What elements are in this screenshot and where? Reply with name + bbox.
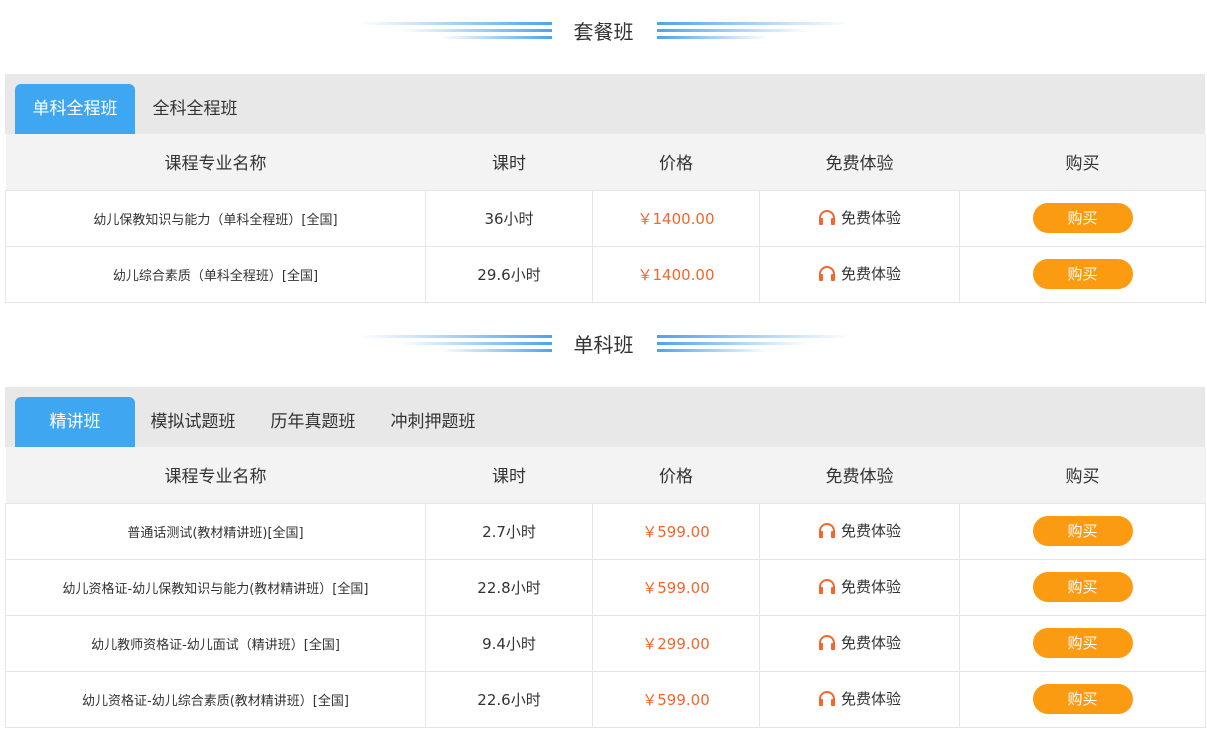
free-trial-link[interactable]: 免费体验	[818, 520, 901, 541]
headphones-icon	[818, 210, 835, 226]
course-price: ￥1400.00	[592, 189, 760, 247]
course-hours: 36小时	[425, 189, 593, 247]
free-trial-link[interactable]: 免费体验	[818, 576, 901, 597]
col-header-price: 价格	[592, 134, 760, 190]
buy-button[interactable]: 购买	[1032, 259, 1133, 289]
buy-button[interactable]: 购买	[1032, 684, 1133, 714]
course-name: 幼儿资格证-幼儿综合素质(教材精讲班）[全国]	[5, 670, 426, 728]
course-price: ￥1400.00	[592, 245, 760, 303]
tab-single-subject-full[interactable]: 单科全程班	[15, 84, 135, 134]
buy-button[interactable]: 购买	[1032, 203, 1133, 233]
course-name: 普通话测试(教材精讲班)[全国]	[5, 502, 426, 560]
table-row: 幼儿保教知识与能力（单科全程班）[全国] 36小时 ￥1400.00 免费体验 …	[5, 189, 1206, 247]
tab-all-subject-full[interactable]: 全科全程班	[140, 84, 250, 134]
col-header-trial: 免费体验	[759, 134, 960, 190]
table-row: 普通话测试(教材精讲班)[全国] 2.7小时 ￥599.00 免费体验 购买	[5, 502, 1206, 560]
trial-cell: 免费体验	[759, 189, 960, 247]
buy-cell: 购买	[959, 558, 1206, 616]
headphones-icon	[818, 579, 835, 595]
course-hours: 22.6小时	[425, 670, 593, 728]
headphones-icon	[818, 523, 835, 539]
tab-mock-exam[interactable]: 模拟试题班	[143, 397, 243, 447]
col-header-price: 价格	[592, 447, 760, 503]
section-title: 套餐班	[573, 20, 634, 44]
free-trial-label: 免费体验	[840, 689, 901, 708]
course-table: 课程专业名称 课时 价格 免费体验 购买 幼儿保教知识与能力（单科全程班）[全国…	[5, 134, 1206, 303]
section-package-head: 套餐班	[0, 20, 1207, 46]
course-price: ￥599.00	[592, 670, 760, 728]
free-trial-label: 免费体验	[840, 633, 901, 652]
trial-cell: 免费体验	[759, 670, 960, 728]
course-price: ￥299.00	[592, 614, 760, 672]
tab-sprint[interactable]: 冲刺押题班	[383, 397, 483, 447]
buy-button[interactable]: 购买	[1032, 628, 1133, 658]
free-trial-link[interactable]: 免费体验	[818, 263, 901, 284]
free-trial-link[interactable]: 免费体验	[818, 632, 901, 653]
course-price: ￥599.00	[592, 558, 760, 616]
single-course-block: 精讲班 模拟试题班 历年真题班 冲刺押题班 课程专业名称 课时 价格 免费体验 …	[5, 387, 1206, 728]
buy-button[interactable]: 购买	[1032, 572, 1133, 602]
buy-cell: 购买	[959, 189, 1206, 247]
free-trial-label: 免费体验	[840, 264, 901, 283]
course-table: 课程专业名称 课时 价格 免费体验 购买 普通话测试(教材精讲班)[全国] 2.…	[5, 447, 1206, 728]
table-row: 幼儿综合素质（单科全程班）[全国] 29.6小时 ￥1400.00 免费体验 购…	[5, 245, 1206, 303]
section-title: 单科班	[573, 333, 634, 357]
course-price: ￥599.00	[592, 502, 760, 560]
title-decoration-right	[657, 20, 849, 44]
course-name: 幼儿综合素质（单科全程班）[全国]	[5, 245, 426, 303]
free-trial-link[interactable]: 免费体验	[818, 207, 901, 228]
tab-bar: 精讲班 模拟试题班 历年真题班 冲刺押题班	[5, 387, 1205, 447]
course-name: 幼儿保教知识与能力（单科全程班）[全国]	[5, 189, 426, 247]
table-row: 幼儿资格证-幼儿保教知识与能力(教材精讲班）[全国] 22.8小时 ￥599.0…	[5, 558, 1206, 616]
course-name: 幼儿教师资格证-幼儿面试（精讲班）[全国]	[5, 614, 426, 672]
free-trial-link[interactable]: 免费体验	[818, 688, 901, 709]
trial-cell: 免费体验	[759, 558, 960, 616]
col-header-name: 课程专业名称	[5, 134, 426, 190]
col-header-trial: 免费体验	[759, 447, 960, 503]
col-header-name: 课程专业名称	[5, 447, 426, 503]
buy-cell: 购买	[959, 670, 1206, 728]
course-name: 幼儿资格证-幼儿保教知识与能力(教材精讲班）[全国]	[5, 558, 426, 616]
headphones-icon	[818, 691, 835, 707]
trial-cell: 免费体验	[759, 614, 960, 672]
tab-past-exams[interactable]: 历年真题班	[263, 397, 363, 447]
buy-button[interactable]: 购买	[1032, 516, 1133, 546]
section-single-head: 单科班	[0, 333, 1207, 359]
table-row: 幼儿资格证-幼儿综合素质(教材精讲班）[全国] 22.6小时 ￥599.00 免…	[5, 670, 1206, 728]
tab-intensive[interactable]: 精讲班	[15, 397, 135, 447]
col-header-hours: 课时	[425, 447, 593, 503]
trial-cell: 免费体验	[759, 245, 960, 303]
course-hours: 22.8小时	[425, 558, 593, 616]
headphones-icon	[818, 635, 835, 651]
free-trial-label: 免费体验	[840, 208, 901, 227]
free-trial-label: 免费体验	[840, 577, 901, 596]
course-hours: 29.6小时	[425, 245, 593, 303]
tab-bar: 单科全程班 全科全程班	[5, 74, 1205, 134]
trial-cell: 免费体验	[759, 502, 960, 560]
col-header-buy: 购买	[959, 134, 1206, 190]
title-decoration-right	[657, 333, 849, 357]
table-row: 幼儿教师资格证-幼儿面试（精讲班）[全国] 9.4小时 ￥299.00 免费体验…	[5, 614, 1206, 672]
course-hours: 9.4小时	[425, 614, 593, 672]
col-header-buy: 购买	[959, 447, 1206, 503]
headphones-icon	[818, 266, 835, 282]
free-trial-label: 免费体验	[840, 521, 901, 540]
package-course-block: 单科全程班 全科全程班 课程专业名称 课时 价格 免费体验 购买 幼儿保教知识与…	[5, 74, 1206, 303]
table-header-row: 课程专业名称 课时 价格 免费体验 购买	[5, 447, 1206, 503]
buy-cell: 购买	[959, 245, 1206, 303]
table-header-row: 课程专业名称 课时 价格 免费体验 购买	[5, 134, 1206, 190]
buy-cell: 购买	[959, 502, 1206, 560]
course-hours: 2.7小时	[425, 502, 593, 560]
buy-cell: 购买	[959, 614, 1206, 672]
col-header-hours: 课时	[425, 134, 593, 190]
